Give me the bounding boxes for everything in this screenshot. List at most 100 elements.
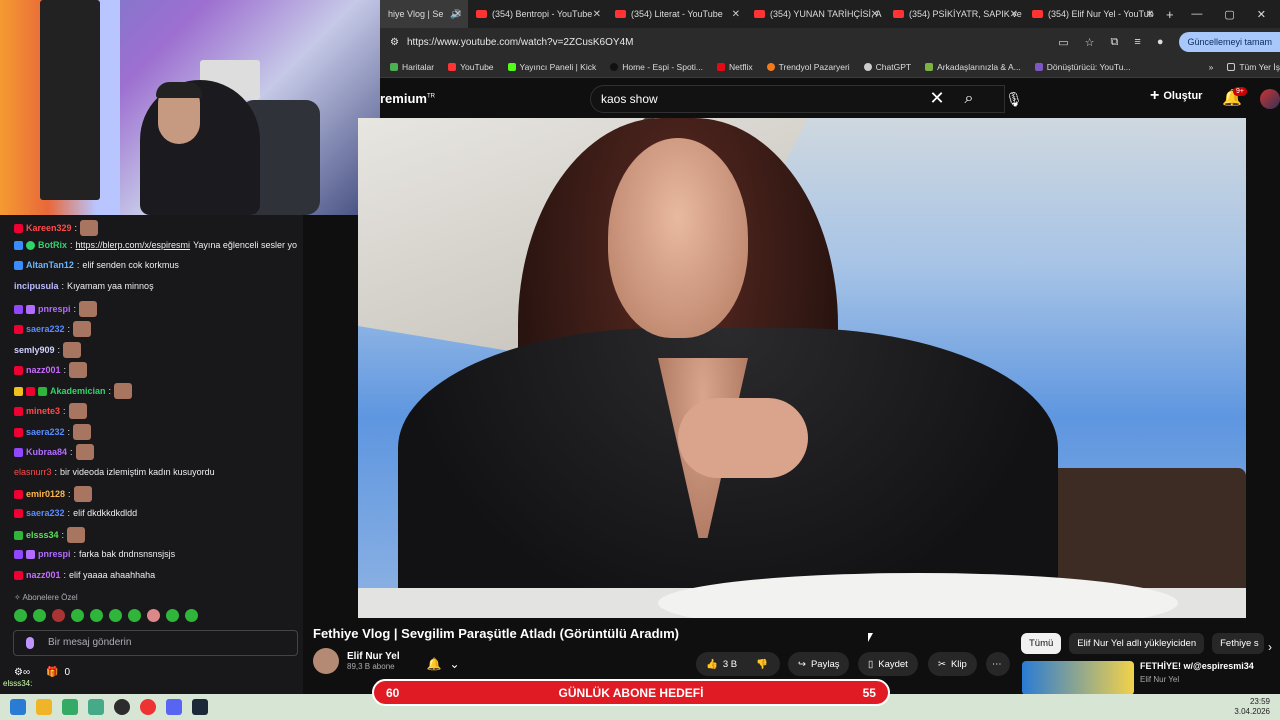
goal-right-value: 55 — [862, 685, 876, 700]
star-icon[interactable]: ☆ — [1085, 36, 1095, 49]
all-bookmarks-folder[interactable]: Tüm Yer İş — [1227, 62, 1280, 72]
bookmark-item[interactable]: YouTube — [448, 62, 494, 72]
chat-link[interactable]: https://blerp.com/x/espiresmi — [76, 240, 191, 250]
channel-info: Elif Nur Yel 89,3 B abone — [313, 648, 400, 674]
app-icon[interactable] — [88, 699, 104, 715]
system-clock[interactable]: 23:59 3.04.2026 — [1234, 697, 1270, 717]
more-actions-icon[interactable]: ⋯ — [986, 652, 1010, 676]
extensions-icon[interactable]: ⧉ — [1111, 36, 1119, 49]
bookmark-item[interactable]: Yayıncı Paneli | Kick — [507, 62, 596, 72]
emote-icon[interactable] — [52, 609, 65, 622]
create-button[interactable]: + Oluştur — [1150, 87, 1202, 105]
emote-icon[interactable] — [166, 609, 179, 622]
emote-icon[interactable] — [185, 609, 198, 622]
bookmark-item[interactable]: Arkadaşlarınızla & A... — [925, 62, 1021, 72]
like-button[interactable]: 👍 3 B 👎 — [696, 652, 780, 676]
media-icon[interactable]: ≡ — [1134, 36, 1140, 48]
bookmark-item[interactable]: Home - Espi - Spoti... — [610, 62, 703, 72]
badge-icon — [14, 240, 23, 250]
channel-name[interactable]: Elif Nur Yel — [347, 651, 400, 662]
browser-tab[interactable]: (354) PSİKİYATR, SAPIK ve ✕ — [885, 0, 1024, 28]
start-icon[interactable] — [10, 699, 26, 715]
close-tab-icon[interactable]: ✕ — [1010, 9, 1018, 20]
badge-icon — [14, 304, 23, 314]
update-button[interactable]: Güncellemeyi tamam — [1179, 32, 1280, 52]
url-field[interactable]: https://www.youtube.com/watch?v=2ZCusK6O… — [407, 37, 634, 48]
channel-avatar[interactable] — [313, 648, 339, 674]
browser-tab[interactable]: hiye Vlog | Se 🔊 ✕ — [380, 0, 468, 28]
emote-icon[interactable] — [128, 609, 141, 622]
browser-tab[interactable]: (354) Elif Nur Yel - YouTub ✕ — [1024, 0, 1160, 28]
minimize-icon[interactable]: — — [1191, 8, 1202, 21]
folder-icon[interactable] — [36, 699, 52, 715]
discord-icon[interactable] — [166, 699, 182, 715]
bookmark-item[interactable]: ChatGPT — [863, 62, 911, 72]
chip-fethiye[interactable]: Fethiye s — [1212, 633, 1265, 654]
emote-icon — [67, 527, 86, 543]
verified-icon — [26, 240, 35, 250]
chat-message: minete3: — [14, 403, 87, 419]
emote-picker-icon[interactable] — [26, 637, 34, 649]
bookmark-item[interactable]: Netflix — [717, 62, 753, 72]
bookmark-item[interactable]: Haritalar — [390, 62, 434, 72]
emote-icon[interactable] — [14, 609, 27, 622]
browser-tab[interactable]: (354) YUNAN TARİHÇİSİ, A ✕ — [746, 0, 885, 28]
video-thumbnail[interactable] — [1022, 661, 1134, 695]
chat-message: Kareen329: — [14, 220, 99, 236]
chat-username-peek: elsss34: — [0, 678, 36, 689]
notification-badge: 9+ — [1233, 87, 1247, 96]
video-player[interactable] — [358, 118, 1246, 618]
folder-icon — [1227, 62, 1236, 71]
profile-icon[interactable]: ● — [1157, 36, 1164, 48]
clear-search-icon[interactable]: ✕ — [925, 85, 949, 113]
close-tab-icon[interactable]: ✕ — [871, 9, 879, 20]
emote-icon — [69, 362, 88, 378]
site-info-icon[interactable]: ⚙ — [390, 37, 399, 48]
bookmark-item[interactable]: Trendyol Pazaryeri — [766, 62, 850, 72]
subscription-bell-button[interactable]: 🔔 ⌄ — [420, 652, 466, 676]
emote-icon[interactable] — [71, 609, 84, 622]
badge-icon — [14, 324, 23, 334]
gift-icon[interactable]: 🎁 — [46, 667, 58, 678]
new-tab-icon[interactable]: + — [1166, 7, 1174, 22]
chat-message: semly909: — [14, 342, 82, 358]
close-tab-icon[interactable]: ✕ — [593, 9, 601, 20]
recommended-video[interactable]: FETHİYE! w/@espiresmi34 Elif Nur Yel — [1022, 661, 1280, 695]
youtube-logo[interactable]: remiumTR — [380, 91, 435, 106]
emote-icon[interactable] — [90, 609, 103, 622]
browser-tab[interactable]: (354) Bentropi - YouTube ✕ — [468, 0, 607, 28]
chrome-icon[interactable] — [140, 699, 156, 715]
steam-icon[interactable] — [192, 699, 208, 715]
cast-icon[interactable]: ▭ — [1058, 36, 1068, 49]
chip-all[interactable]: Tümü — [1021, 633, 1062, 654]
window-close-icon[interactable]: ✕ — [1257, 8, 1266, 21]
clip-button[interactable]: ✂ Klip — [928, 652, 977, 676]
browser-tab[interactable]: (354) Literat - YouTube ✕ — [607, 0, 746, 28]
emote-icon[interactable] — [33, 609, 46, 622]
browser-tab-bar: hiye Vlog | Se 🔊 ✕ (354) Bentropi - YouTub… — [380, 0, 1280, 28]
share-button[interactable]: ↪ Paylaş — [788, 652, 850, 676]
reco-title[interactable]: FETHİYE! w/@espiresmi34 — [1140, 661, 1254, 671]
emote-icon[interactable] — [109, 609, 122, 622]
bookmark-item[interactable]: Dönüştürücü: YouTu... — [1034, 62, 1131, 72]
maximize-icon[interactable]: ▢ — [1224, 8, 1234, 21]
close-tab-icon[interactable]: ✕ — [732, 9, 740, 20]
save-button[interactable]: ▯ Kaydet — [858, 652, 918, 676]
chat-input[interactable]: Bir mesaj gönderin — [13, 630, 298, 656]
chevron-right-icon[interactable]: › — [1268, 640, 1272, 654]
emote-icon[interactable] — [147, 609, 160, 622]
thumbs-down-icon[interactable]: 👎 — [756, 659, 768, 670]
chevron-down-icon: ⌄ — [449, 657, 460, 671]
emote-icon — [73, 486, 92, 502]
account-avatar[interactable] — [1260, 89, 1280, 109]
chip-uploader[interactable]: Elif Nur Yel adlı yükleyiciden — [1069, 633, 1205, 654]
microphone-icon[interactable]: 🎙 — [1000, 85, 1028, 113]
app-icon[interactable] — [114, 699, 130, 715]
app-icon[interactable] — [62, 699, 78, 715]
settings-icon[interactable]: ⚙∞ — [14, 667, 30, 678]
search-icon[interactable]: ⌕ — [954, 85, 984, 113]
close-tab-icon[interactable]: ✕ — [454, 9, 462, 20]
close-tab-icon[interactable]: ✕ — [1146, 9, 1154, 20]
subscriber-goal-bar: 60 GÜNLÜK ABONE HEDEFİ 55 — [372, 679, 890, 706]
more-bookmarks-icon[interactable]: » — [1209, 62, 1214, 72]
